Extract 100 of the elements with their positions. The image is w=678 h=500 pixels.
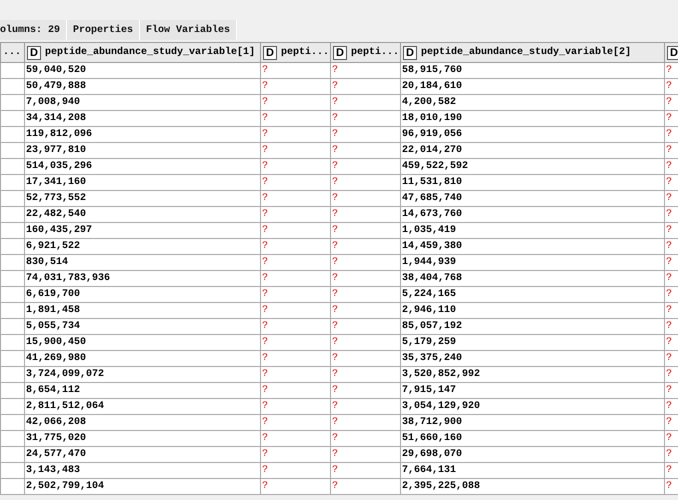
tab[interactable]: olumns: 29	[0, 20, 68, 40]
missing-value: ?	[262, 273, 268, 284]
missing-value: ?	[262, 433, 268, 444]
column-name: pepti...	[280, 47, 329, 58]
missing-value: ?	[666, 81, 672, 92]
missing-value: ?	[262, 289, 268, 300]
column-name: ...	[3, 47, 22, 58]
missing-value: ?	[262, 369, 268, 380]
column-name: pepti...	[350, 47, 399, 58]
table-cell: 23,977,810	[26, 145, 86, 156]
table-cell: 31,775,020	[26, 433, 86, 444]
missing-value: ?	[332, 305, 338, 316]
type-icon: D	[27, 46, 41, 60]
column-header[interactable]: ...	[0, 42, 24, 62]
table-cell: 22,482,540	[26, 209, 86, 220]
table-cell: 85,057,192	[402, 321, 462, 332]
table-cell: 3,520,852,992	[402, 369, 480, 380]
table-cell: 5,055,734	[26, 321, 80, 332]
missing-value: ?	[332, 113, 338, 124]
missing-value: ?	[332, 65, 338, 76]
table-cell: 2,395,225,088	[402, 481, 480, 492]
missing-value: ?	[332, 193, 338, 204]
column-name: peptide_abundance_study_variable[2]	[420, 47, 631, 58]
missing-value: ?	[262, 385, 268, 396]
table-cell: 96,919,056	[402, 129, 462, 140]
missing-value: ?	[262, 417, 268, 428]
table-cell: 47,685,740	[402, 193, 462, 204]
table-cell: 830,514	[26, 257, 68, 268]
table-cell: 20,184,610	[402, 81, 462, 92]
column-header[interactable]: D	[664, 42, 678, 62]
missing-value: ?	[332, 161, 338, 172]
missing-value: ?	[262, 241, 268, 252]
table-cell: 7,008,940	[26, 97, 80, 108]
missing-value: ?	[666, 177, 672, 188]
table-cell: 50,479,888	[26, 81, 86, 92]
column-header[interactable]: D peptide_abundance_study_variable[2]	[400, 42, 664, 62]
table-cell: 8,654,112	[26, 385, 80, 396]
missing-value: ?	[262, 81, 268, 92]
table-cell: 6,921,522	[26, 241, 80, 252]
table-cell: 11,531,810	[402, 177, 462, 188]
missing-value: ?	[666, 305, 672, 316]
missing-value: ?	[332, 385, 338, 396]
table-cell: 2,811,512,064	[26, 401, 104, 412]
tab[interactable]: Properties	[67, 20, 140, 40]
missing-value: ?	[332, 465, 338, 476]
missing-value: ?	[262, 129, 268, 140]
missing-value: ?	[262, 161, 268, 172]
missing-value: ?	[262, 177, 268, 188]
column-header[interactable]: D pepti...	[330, 42, 400, 62]
table-cell: 18,010,190	[402, 113, 462, 124]
missing-value: ?	[332, 449, 338, 460]
missing-value: ?	[666, 481, 672, 492]
missing-value: ?	[332, 337, 338, 348]
missing-value: ?	[262, 449, 268, 460]
missing-value: ?	[332, 289, 338, 300]
missing-value: ?	[666, 289, 672, 300]
column-header[interactable]: D pepti...	[260, 42, 330, 62]
table-cell: 14,459,380	[402, 241, 462, 252]
type-icon: D	[333, 46, 347, 60]
table-cell: 4,200,582	[402, 97, 456, 108]
table-cell: 2,502,799,104	[26, 481, 104, 492]
missing-value: ?	[332, 417, 338, 428]
missing-value: ?	[666, 337, 672, 348]
table-cell: 3,054,129,920	[402, 401, 480, 412]
missing-value: ?	[666, 465, 672, 476]
missing-value: ?	[262, 193, 268, 204]
missing-value: ?	[332, 177, 338, 188]
missing-value: ?	[262, 145, 268, 156]
missing-value: ?	[262, 481, 268, 492]
missing-value: ?	[332, 81, 338, 92]
table-cell: 6,619,700	[26, 289, 80, 300]
missing-value: ?	[666, 353, 672, 364]
table-cell: 17,341,160	[26, 177, 86, 188]
missing-value: ?	[332, 321, 338, 332]
column-header[interactable]: D peptide_abundance_study_variable[1]	[24, 42, 260, 62]
missing-value: ?	[332, 273, 338, 284]
missing-value: ?	[262, 97, 268, 108]
missing-value: ?	[666, 257, 672, 268]
table-cell: 38,712,900	[402, 417, 462, 428]
table-cell: 160,435,297	[26, 225, 92, 236]
table-cell: 42,066,208	[26, 417, 86, 428]
table-cell: 5,224,165	[402, 289, 456, 300]
missing-value: ?	[332, 353, 338, 364]
table-cell: 34,314,208	[26, 113, 86, 124]
type-icon: D	[263, 46, 277, 60]
missing-value: ?	[666, 97, 672, 108]
table-cell: 3,724,099,072	[26, 369, 104, 380]
missing-value: ?	[332, 369, 338, 380]
missing-value: ?	[666, 401, 672, 412]
type-icon: D	[403, 46, 417, 60]
missing-value: ?	[666, 225, 672, 236]
missing-value: ?	[666, 129, 672, 140]
missing-value: ?	[332, 401, 338, 412]
missing-value: ?	[332, 225, 338, 236]
missing-value: ?	[666, 209, 672, 220]
missing-value: ?	[332, 209, 338, 220]
table-cell: 14,673,760	[402, 209, 462, 220]
tab[interactable]: Flow Variables	[140, 20, 238, 40]
missing-value: ?	[262, 401, 268, 412]
missing-value: ?	[262, 337, 268, 348]
